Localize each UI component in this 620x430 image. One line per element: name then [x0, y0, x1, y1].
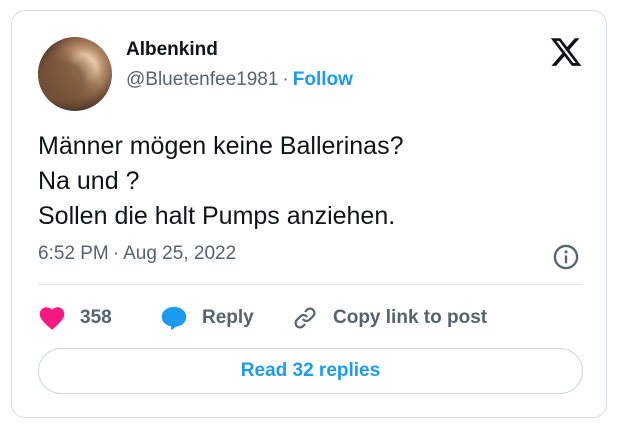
heart-icon — [39, 307, 65, 330]
timestamp-separator: · — [112, 243, 120, 264]
reply-label: Reply — [202, 307, 254, 328]
copy-link-button[interactable]: Copy link to post — [291, 303, 487, 333]
like-count: 358 — [80, 307, 112, 328]
tweet-line: Männer mögen keine Ballerinas? — [38, 132, 404, 160]
like-button[interactable]: 358 — [38, 303, 112, 333]
tweet-timestamp[interactable]: 6:52 PM · Aug 25, 2022 — [38, 243, 236, 265]
follow-button[interactable]: Follow — [293, 69, 353, 90]
link-icon — [294, 307, 316, 329]
tweet-text: Männer mögen keine Ballerinas? Na und ? … — [38, 129, 404, 234]
author-name[interactable]: Albenkind — [126, 39, 218, 61]
divider — [38, 284, 583, 285]
tweet-date: Aug 25, 2022 — [123, 243, 237, 264]
tweet-card: Albenkind @Bluetenfee1981 · Follow Männer … — [11, 10, 607, 418]
read-replies-button[interactable]: Read 32 replies — [38, 348, 583, 394]
info-icon[interactable] — [552, 243, 580, 271]
tweet-line: Sollen die halt Pumps anziehen. — [38, 202, 396, 230]
tweet-line: Na und ? — [38, 167, 140, 195]
tweet-time: 6:52 PM — [38, 243, 109, 264]
speech-bubble-icon — [161, 306, 187, 331]
copy-link-label: Copy link to post — [333, 307, 488, 328]
author-handle[interactable]: @Bluetenfee1981 — [126, 69, 278, 90]
avatar-photo — [38, 37, 112, 111]
author-handle-row: @Bluetenfee1981 · Follow — [126, 69, 353, 91]
tweet-actions: 358 Reply Copy link to post — [38, 303, 583, 333]
avatar[interactable] — [38, 37, 112, 111]
reply-button[interactable]: Reply — [160, 303, 254, 333]
x-logo-icon[interactable] — [549, 35, 583, 69]
handle-separator: · — [282, 69, 289, 90]
